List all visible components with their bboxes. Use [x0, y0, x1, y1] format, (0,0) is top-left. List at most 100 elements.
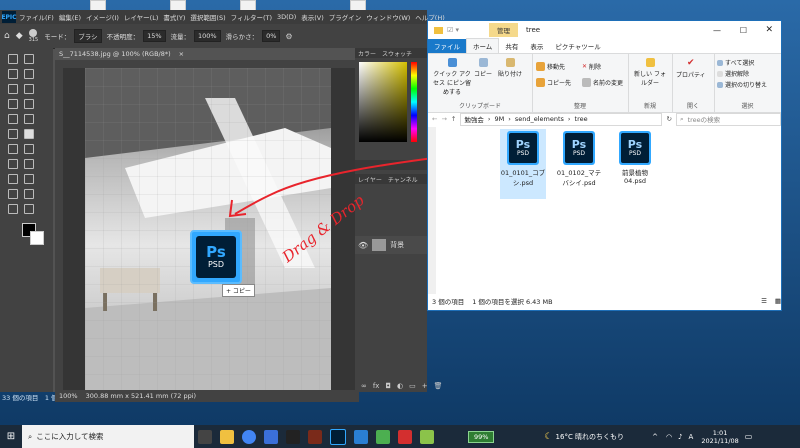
menu-type[interactable]: 書式(Y): [163, 12, 185, 22]
gradient-tool-icon[interactable]: [8, 144, 18, 154]
blur-tool-icon[interactable]: [24, 144, 34, 154]
mode-select[interactable]: ブラシ: [74, 29, 102, 43]
close-button[interactable]: ✕: [765, 25, 773, 35]
breadcrumb-item[interactable]: 9M: [494, 115, 504, 123]
app-icon[interactable]: [376, 429, 390, 444]
artboard-tool-icon[interactable]: [24, 54, 34, 64]
tab-share[interactable]: 共有: [499, 39, 524, 53]
paste-button[interactable]: 貼り付け: [498, 58, 522, 78]
document-tab[interactable]: S__7114538.jpg @ 100% (RGB/8*) ×: [55, 48, 359, 60]
task-view-icon[interactable]: [198, 429, 212, 444]
quick-access-toolbar[interactable]: ☑ ▾: [447, 26, 459, 34]
copy-button[interactable]: コピー: [474, 58, 492, 78]
breadcrumb-item[interactable]: send_elements: [515, 115, 564, 123]
search-box[interactable]: ⌕ treeの検索: [675, 112, 781, 126]
ime-icon[interactable]: A: [689, 433, 694, 441]
tab-view[interactable]: 表示: [524, 39, 549, 53]
minimize-button[interactable]: —: [713, 26, 721, 35]
chrome-icon[interactable]: [242, 429, 256, 444]
menu-layer[interactable]: レイヤー(L): [124, 12, 159, 22]
invert-selection-button[interactable]: 選択の切り替え: [717, 80, 767, 89]
app-icon[interactable]: [420, 429, 434, 444]
photoshop-taskbar-icon[interactable]: [330, 428, 346, 445]
color-picker-field[interactable]: [359, 62, 407, 142]
home-icon[interactable]: ⌂: [4, 31, 10, 41]
volume-icon[interactable]: ♪: [678, 433, 682, 441]
eraser-tool-icon[interactable]: [24, 129, 34, 139]
move-tool-icon[interactable]: [8, 54, 18, 64]
file-item[interactable]: Ps PSD 前景植物04.psd: [612, 129, 658, 185]
tab-home[interactable]: ホーム: [466, 38, 500, 53]
smooth-field[interactable]: 0%: [262, 30, 281, 42]
visibility-eye-icon[interactable]: 👁: [358, 241, 368, 250]
epic-games-icon[interactable]: [286, 429, 300, 444]
more-tools-icon[interactable]: [24, 204, 34, 214]
file-item[interactable]: Ps PSD 01_0101_コブシ.psd: [500, 129, 546, 199]
menu-3d[interactable]: 3D(D): [277, 13, 296, 21]
breadcrumb-item[interactable]: 勉強会: [464, 114, 484, 124]
link-icon[interactable]: ∞: [361, 382, 367, 390]
healing-tool-icon[interactable]: [24, 99, 34, 109]
rename-button[interactable]: 名前の変更: [582, 78, 623, 87]
menu-filter[interactable]: フィルター(T): [231, 12, 272, 22]
close-icon[interactable]: ×: [179, 50, 184, 58]
delete-button[interactable]: ✕ 削除: [582, 62, 601, 71]
taskbar-search[interactable]: ⌕ ここに入力して検索: [22, 425, 194, 448]
manage-tab-header[interactable]: 管理: [489, 23, 519, 37]
select-none-button[interactable]: 選択解除: [717, 69, 749, 78]
brush-tool-icon[interactable]: [8, 114, 18, 124]
zoom-tool-icon[interactable]: [8, 204, 18, 214]
clock[interactable]: 1:01 2021/11/08: [701, 429, 738, 445]
file-explorer-icon[interactable]: [220, 429, 234, 444]
copy-to-button[interactable]: コピー先: [536, 78, 571, 87]
maximize-button[interactable]: ☐: [740, 26, 747, 35]
marquee-tool-icon[interactable]: [8, 69, 18, 79]
details-view-icon[interactable]: ☰: [761, 297, 767, 305]
flow-field[interactable]: 100%: [194, 30, 221, 42]
menu-select[interactable]: 選択範囲(S): [190, 12, 225, 22]
edge-icon[interactable]: [264, 429, 278, 444]
move-to-button[interactable]: 移動先: [536, 62, 565, 71]
tray-chevron-icon[interactable]: ^: [652, 433, 658, 441]
battery-indicator[interactable]: 99%: [468, 430, 495, 443]
eraser-tool-icon[interactable]: ◆: [16, 31, 23, 41]
refresh-icon[interactable]: ↻: [666, 115, 671, 123]
adjustment-icon[interactable]: ◐: [397, 382, 403, 390]
shape-tool-icon[interactable]: [8, 189, 18, 199]
folder-icon[interactable]: ▭: [409, 382, 416, 390]
weather-text[interactable]: 16°C 晴れのちくもり: [556, 432, 625, 442]
crop-tool-icon[interactable]: [8, 84, 18, 94]
fx-icon[interactable]: fx: [373, 382, 380, 390]
tab-swatches[interactable]: スウォッチ: [382, 49, 412, 58]
eyedropper-tool-icon[interactable]: [8, 99, 18, 109]
nav-pane-scrollbar[interactable]: [428, 127, 436, 294]
dragged-psd-icon[interactable]: Ps PSD: [190, 230, 242, 284]
history-brush-icon[interactable]: [8, 129, 18, 139]
address-bar[interactable]: 勉強会 › 9M › send_elements › tree: [460, 112, 663, 126]
app-icon[interactable]: [354, 429, 368, 444]
forward-icon[interactable]: →: [441, 115, 446, 123]
up-icon[interactable]: ↑: [451, 115, 456, 123]
menu-view[interactable]: 表示(V): [301, 12, 324, 22]
menu-edit[interactable]: 編集(E): [59, 12, 81, 22]
hue-slider[interactable]: [411, 62, 417, 142]
large-icons-view-icon[interactable]: ▦: [775, 297, 781, 305]
path-select-icon[interactable]: [24, 174, 34, 184]
tab-file[interactable]: ファイル: [428, 39, 466, 53]
lasso-tool-icon[interactable]: [24, 69, 34, 79]
frame-tool-icon[interactable]: [24, 84, 34, 94]
gear-icon[interactable]: ⚙: [285, 32, 292, 41]
hand-tool-icon[interactable]: [24, 189, 34, 199]
breadcrumb-item[interactable]: tree: [575, 115, 588, 123]
menu-window[interactable]: ウィンドウ(W): [366, 12, 410, 22]
acrobat-icon[interactable]: [398, 429, 412, 444]
pen-tool-icon[interactable]: [24, 159, 34, 169]
app-icon[interactable]: [308, 429, 322, 444]
file-item[interactable]: Ps PSD 01_0102_マテバシイ.psd: [556, 129, 602, 187]
tab-color[interactable]: カラー: [358, 49, 376, 58]
notification-icon[interactable]: ▭: [745, 432, 753, 441]
opacity-field[interactable]: 15%: [143, 30, 166, 42]
pin-quick-access-button[interactable]: クイック アクセス にピン留めする: [432, 58, 472, 96]
select-all-button[interactable]: すべて選択: [717, 58, 754, 67]
mask-icon[interactable]: ◘: [385, 382, 391, 390]
